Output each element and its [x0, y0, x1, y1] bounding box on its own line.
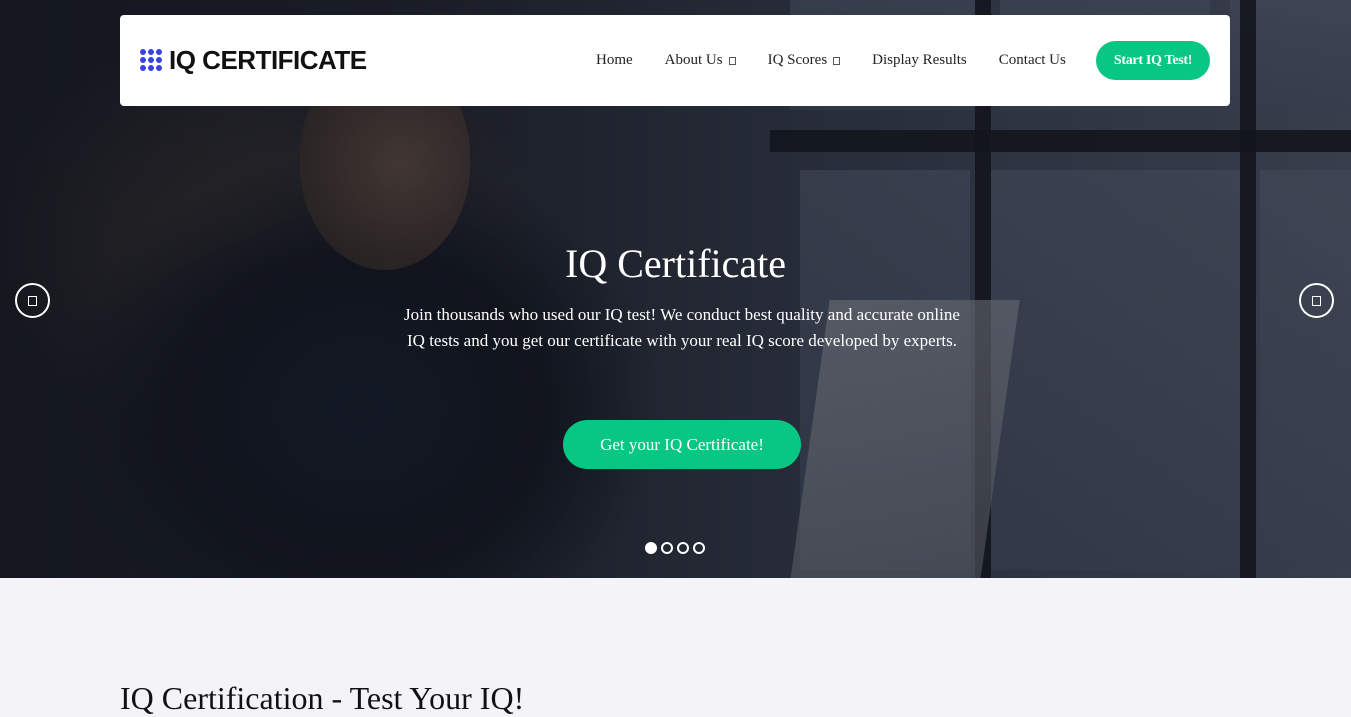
slider-dot-1[interactable] [645, 542, 657, 554]
slider-next-button[interactable] [1299, 283, 1334, 318]
nav-display-results[interactable]: Display Results [872, 52, 967, 69]
nav-label: Contact Us [998, 52, 1066, 68]
chevron-left-icon [28, 295, 37, 306]
nav-about-us[interactable]: About Us [665, 52, 736, 69]
nav-label: Home [596, 52, 633, 68]
slider-prev-button[interactable] [15, 283, 50, 318]
nav-contact-us[interactable]: Contact Us [999, 52, 1066, 69]
chevron-right-icon [1312, 295, 1321, 306]
site-logo[interactable]: IQ CERTIFICATE [140, 45, 367, 75]
slider-dot-3[interactable] [677, 542, 689, 554]
hero-description: Join thousands who used our IQ test! We … [404, 305, 960, 350]
logo-dots-icon [140, 48, 163, 72]
get-certificate-button[interactable]: Get your IQ Certificate! [563, 420, 801, 469]
logo-text: IQ CERTIFICATE [169, 44, 367, 75]
slider-dot-4[interactable] [693, 542, 705, 554]
hero-title: IQ Certificate [565, 241, 786, 286]
start-iq-test-button[interactable]: Start IQ Test! [1096, 41, 1210, 80]
slider-dots [645, 542, 709, 554]
navbar: IQ CERTIFICATE Home About Us IQ Scores D… [120, 15, 1230, 106]
nav-label: Display Results [872, 52, 967, 68]
nav-home[interactable]: Home [596, 52, 633, 69]
main-nav: Home About Us IQ Scores Display Results … [596, 15, 1098, 106]
dropdown-caret-icon [833, 56, 841, 65]
nav-iq-scores[interactable]: IQ Scores [768, 52, 841, 69]
section-heading: IQ Certification - Test Your IQ! [120, 680, 525, 716]
slider-dot-2[interactable] [661, 542, 673, 554]
dropdown-caret-icon [728, 56, 736, 65]
nav-label: IQ Scores [767, 52, 828, 68]
nav-label: About Us [664, 52, 723, 68]
